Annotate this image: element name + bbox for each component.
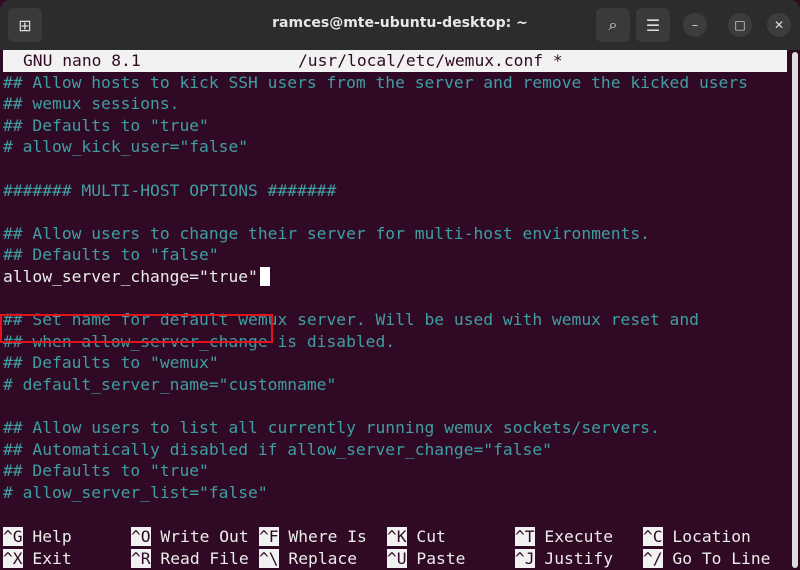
shortcut-label: Exit: [32, 548, 72, 568]
shortcut-key: ^R: [131, 548, 151, 568]
shortcut-item[interactable]: ^G Help: [3, 526, 72, 548]
scrollbar[interactable]: [792, 52, 798, 568]
shortcut-label: Write Out: [160, 527, 249, 546]
line-text: # allow_server_list="false": [3, 483, 268, 502]
shortcut-key: ^/: [643, 548, 663, 568]
search-icon[interactable]: ⌕: [596, 8, 630, 42]
comment-line: # default_server_name="customname": [3, 374, 336, 396]
line-text: ## Defaults to "wemux": [3, 353, 219, 373]
shortcut-label: Replace: [288, 548, 358, 568]
shortcut-label: Paste: [416, 548, 466, 568]
shortcut-label: Where Is: [288, 527, 367, 546]
line-text: ## Defaults to "true": [3, 115, 209, 135]
shortcut-item[interactable]: ^\ Replace: [259, 548, 357, 570]
comment-line: ## Allow users to change their server fo…: [3, 223, 650, 245]
config-line: allow_server_change="true": [3, 266, 270, 288]
shortcut-item[interactable]: ^C Location: [643, 526, 751, 548]
shortcut-label: Execute: [544, 527, 614, 546]
line-text: ## Allow users to change their server fo…: [3, 223, 650, 243]
line-text: ## wemux sessions.: [3, 94, 180, 114]
line-text: # allow_kick_user="false": [3, 137, 249, 157]
shortcut-key: ^C: [643, 527, 663, 546]
line-text: # default_server_name="customname": [3, 375, 337, 394]
shortcut-label: Help: [32, 527, 72, 546]
shortcut-item[interactable]: ^/ Go To Line: [643, 548, 770, 570]
close-icon[interactable]: ✕: [767, 13, 791, 37]
comment-line: ## Defaults to "wemux": [3, 352, 219, 374]
shortcut-key: ^T: [515, 527, 535, 546]
shortcut-key: ^U: [387, 548, 407, 568]
shortcut-item[interactable]: ^U Paste: [387, 548, 465, 570]
comment-line: ## Defaults to "false": [3, 244, 219, 266]
shortcut-label: Location: [672, 527, 751, 546]
nano-filename: /usr/local/etc/wemux.conf *: [298, 51, 563, 70]
maximize-icon[interactable]: □: [728, 13, 752, 37]
shortcut-key: ^J: [515, 548, 535, 568]
shortcut-item[interactable]: ^X Exit: [3, 548, 72, 570]
shortcut-key: ^O: [131, 527, 151, 546]
shortcut-item[interactable]: ^R Read File: [131, 548, 249, 570]
line-text: allow_server_change="true": [3, 267, 258, 286]
comment-line: ## Allow hosts to kick SSH users from th…: [3, 72, 748, 94]
line-text: ## Defaults to "false": [3, 245, 219, 265]
nano-header: GNU nano 8.1 /usr/local/etc/wemux.conf *: [3, 50, 787, 72]
shortcut-item[interactable]: ^J Justify: [515, 548, 613, 570]
shortcut-item[interactable]: ^T Execute: [515, 526, 613, 548]
comment-line: ## Allow users to list all currently run…: [3, 417, 660, 439]
window-titlebar: ⊞ ramces@mte-ubuntu-desktop: ~ ⌕ ☰ – □ ✕: [0, 0, 800, 50]
shortcut-label: Cut: [416, 527, 446, 546]
line-text: ## Allow users to list all currently run…: [3, 418, 660, 438]
comment-line: ## Defaults to "true": [3, 115, 209, 137]
shortcut-label: Read File: [160, 548, 249, 568]
comment-line: ## Defaults to "true": [3, 460, 209, 482]
shortcut-key: ^X: [3, 548, 23, 568]
shortcut-key: ^G: [3, 527, 23, 546]
line-text: ####### MULTI-HOST OPTIONS #######: [3, 180, 337, 200]
shortcut-label: Justify: [544, 548, 614, 568]
line-text: ## Allow hosts to kick SSH users from th…: [3, 72, 748, 92]
comment-line: ## wemux sessions.: [3, 93, 179, 115]
window-title: ramces@mte-ubuntu-desktop: ~: [272, 15, 528, 31]
highlight-box: [0, 314, 273, 343]
minimize-icon[interactable]: –: [683, 13, 707, 37]
shortcut-item[interactable]: ^F Where Is: [259, 526, 367, 548]
text-cursor: [259, 267, 270, 286]
shortcut-item[interactable]: ^K Cut: [387, 526, 446, 548]
comment-line: ####### MULTI-HOST OPTIONS #######: [3, 180, 336, 202]
line-text: ## Automatically disabled if allow_serve…: [3, 439, 552, 459]
comment-line: ## Automatically disabled if allow_serve…: [3, 439, 552, 461]
terminal-area[interactable]: GNU nano 8.1 /usr/local/etc/wemux.conf *…: [0, 50, 790, 570]
shortcut-label: Go To Line: [672, 548, 771, 568]
shortcut-item[interactable]: ^O Write Out: [131, 526, 249, 548]
hamburger-icon[interactable]: ☰: [636, 8, 670, 42]
nano-version: GNU nano 8.1: [23, 51, 141, 70]
comment-line: # allow_kick_user="false": [3, 136, 248, 158]
shortcut-key: ^F: [259, 527, 279, 546]
shortcut-key: ^\: [259, 548, 279, 568]
shortcut-key: ^K: [387, 527, 407, 546]
line-text: ## Defaults to "true": [3, 461, 209, 481]
comment-line: # allow_server_list="false": [3, 482, 268, 504]
